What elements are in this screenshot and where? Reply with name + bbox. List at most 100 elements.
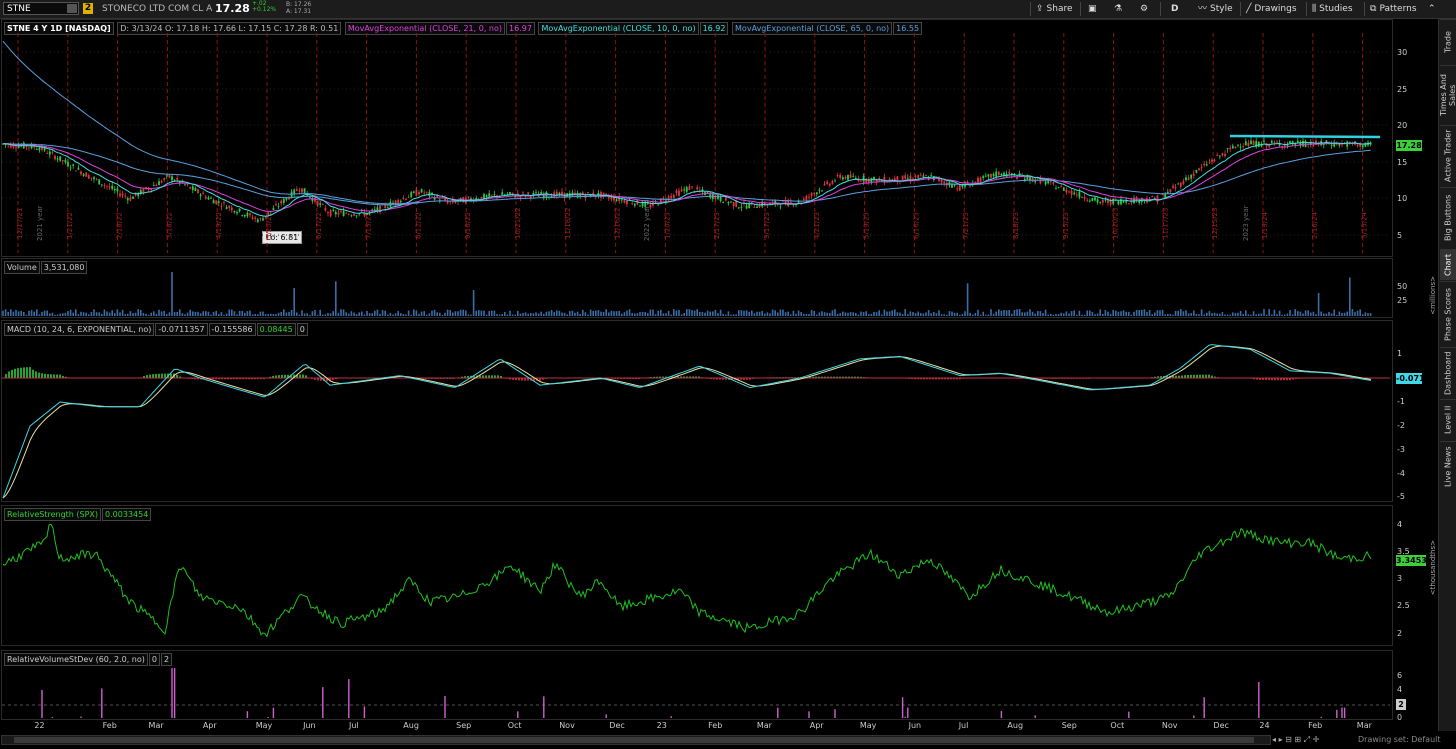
volume-bar xyxy=(977,309,979,316)
arrow-left-icon[interactable]: ◂ xyxy=(1272,735,1276,744)
candle-body xyxy=(1330,144,1333,146)
scroll-thumb[interactable] xyxy=(14,737,1254,743)
zoom-controls[interactable]: ◂ ▸ ⊟ ⊞ ⤢ ✛ xyxy=(1272,734,1319,746)
tab-chart[interactable]: Chart xyxy=(1440,249,1456,280)
volume-bar xyxy=(1078,310,1081,316)
candle-body xyxy=(802,198,805,200)
volume-bar xyxy=(101,313,103,316)
candle-body xyxy=(1151,196,1154,197)
candle-body xyxy=(815,192,818,195)
tab-level-ii[interactable]: Level II xyxy=(1440,399,1456,440)
candle-body xyxy=(587,192,589,194)
chart-scrollbar[interactable] xyxy=(1,735,1271,745)
volume-bar xyxy=(1232,312,1234,316)
crosshair-icon[interactable]: ✛ xyxy=(1313,735,1320,744)
macd-histogram-bar xyxy=(44,373,46,378)
macd-histogram-bar xyxy=(56,374,58,378)
macd-histogram-bar xyxy=(164,373,166,378)
macd-axis[interactable]: 10-1-2-3-4-5 xyxy=(1393,320,1437,502)
time-tick: Feb xyxy=(708,721,723,730)
price-axis[interactable]: 30 25 20 15 10 5 xyxy=(1393,19,1437,257)
tab-trade[interactable]: Trade xyxy=(1440,19,1456,64)
volume-bar xyxy=(1193,310,1195,316)
candle-body xyxy=(280,200,283,204)
volume-bar xyxy=(540,311,542,316)
tab-live-news[interactable]: Live News xyxy=(1440,441,1456,492)
tab-phase-scores[interactable]: Phase Scores xyxy=(1440,281,1456,346)
tab-active-trader[interactable]: Active Trader xyxy=(1440,125,1456,186)
volume-bar xyxy=(1034,313,1036,316)
tab-dashboard[interactable]: Dashboard xyxy=(1440,347,1456,398)
drawing-set-label[interactable]: Drawing set: Default xyxy=(1358,734,1441,746)
volume-bar xyxy=(922,313,925,316)
rv-bar xyxy=(444,695,446,718)
volume-bar xyxy=(1289,309,1291,316)
volume-bar xyxy=(1252,311,1255,316)
volume-bar xyxy=(1180,309,1182,316)
macd-histogram-bar xyxy=(41,373,43,378)
candle-body xyxy=(168,174,171,178)
volume-bar xyxy=(1068,313,1070,316)
volume-bar xyxy=(660,309,662,316)
candle-body xyxy=(574,192,576,194)
volume-bar xyxy=(1297,311,1299,316)
volume-bar xyxy=(610,310,613,316)
volume-bar xyxy=(116,309,119,316)
volume-bar xyxy=(956,312,958,316)
zoom-out-icon[interactable]: ⊟ xyxy=(1285,735,1292,744)
volume-bar xyxy=(1247,314,1250,316)
volume-bar xyxy=(306,313,308,316)
candle-body xyxy=(38,147,41,151)
macd-histogram-bar xyxy=(149,374,151,378)
volume-bar xyxy=(657,310,659,316)
volume-bar xyxy=(1148,309,1151,316)
volume-bar xyxy=(184,314,186,316)
candle-body xyxy=(615,199,618,201)
candle-body xyxy=(337,212,340,215)
volume-bar xyxy=(930,313,932,316)
volume-bar xyxy=(1083,314,1086,316)
tab-times-and-sales[interactable]: Times And Sales xyxy=(1439,65,1456,124)
candle-body xyxy=(607,196,610,199)
volume-bar xyxy=(597,310,600,316)
candle-body xyxy=(1075,194,1078,196)
volume-bar xyxy=(634,313,636,316)
candle-body xyxy=(345,213,348,215)
volume-bar xyxy=(953,312,956,316)
candle-body xyxy=(1091,198,1094,201)
candle-body xyxy=(646,203,649,205)
volume-bar xyxy=(189,309,191,316)
chart-canvas[interactable]: 12/17/21 1/21/22 2/18/22 3/18/22 4/19/22 5/20… xyxy=(0,0,1393,722)
volume-bar xyxy=(582,309,584,316)
volume-bar xyxy=(264,314,267,316)
macd-histogram-bar xyxy=(11,369,13,378)
volume-bar xyxy=(1029,309,1031,316)
volume-bar xyxy=(1039,311,1042,316)
volume-bar xyxy=(236,314,238,316)
candle-body xyxy=(56,158,59,160)
volume-bar xyxy=(519,313,522,316)
tab-big-buttons[interactable]: Big Buttons xyxy=(1440,187,1456,248)
volume-bar xyxy=(166,314,168,316)
volume-bar xyxy=(800,312,802,316)
rv-bar xyxy=(517,711,519,718)
volume-bar xyxy=(587,314,589,316)
year-mark-label: 2023 year xyxy=(1242,205,1250,241)
candle-body xyxy=(1096,199,1099,203)
candle-body xyxy=(353,214,355,216)
candle-body xyxy=(667,196,670,201)
volume-bar xyxy=(350,311,353,316)
volume-bar xyxy=(15,309,17,316)
volume-bar xyxy=(459,309,462,316)
time-axis[interactable]: 22 Feb Mar Apr May Jun Jul Aug Sep Oct Nov Dec 23 Feb… xyxy=(1,719,1393,732)
zoom-in-icon[interactable]: ⊞ xyxy=(1294,735,1301,744)
candle-body xyxy=(1008,171,1011,174)
collapse-button[interactable]: ⌃ xyxy=(1428,2,1439,16)
pan-icon[interactable]: ⤢ xyxy=(1304,735,1310,744)
candle-body xyxy=(124,195,127,197)
volume-bar xyxy=(127,313,129,316)
arrow-right-icon[interactable]: ▸ xyxy=(1279,735,1283,744)
volume-bar xyxy=(267,314,269,316)
volume-bar xyxy=(436,312,438,316)
axis-tick: 4 xyxy=(1397,685,1403,694)
